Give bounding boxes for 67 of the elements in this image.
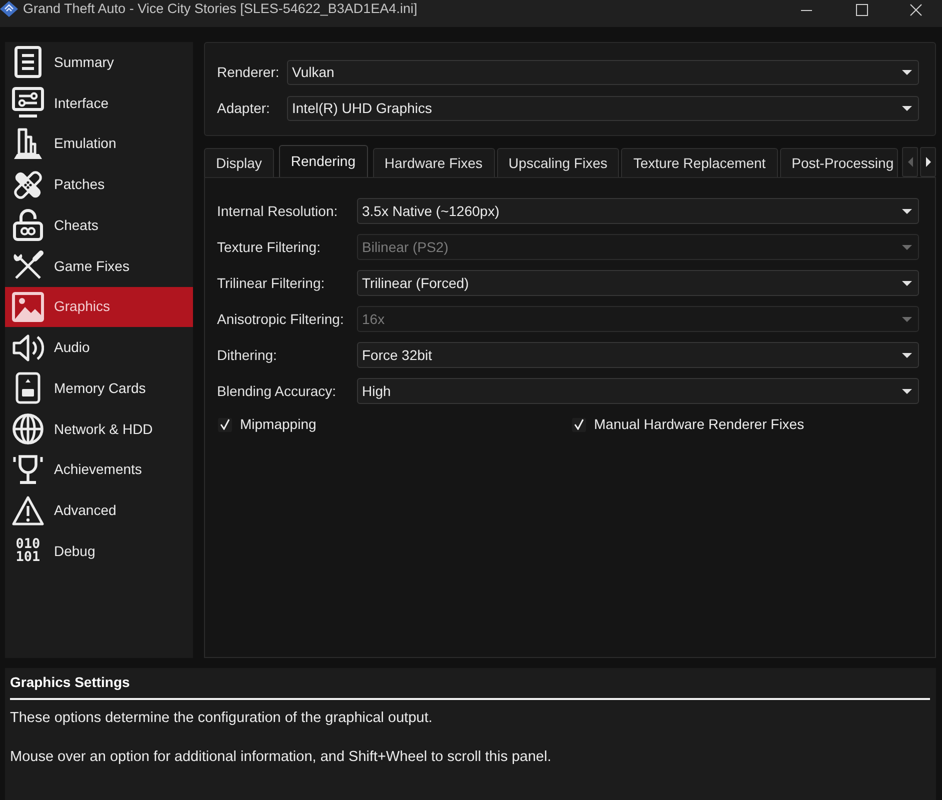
setting-label: Dithering: [217, 346, 278, 365]
info-text: Mouse over an option for additional information, and Shift+Wheel to scroll this panel. [10, 748, 552, 766]
maximize-icon [856, 4, 868, 16]
info-title: Graphics Settings [10, 673, 131, 691]
checkmark-icon [574, 419, 584, 430]
dropdown[interactable]: Vulkan [287, 60, 919, 85]
image-icon [12, 290, 44, 323]
caret-icon [902, 244, 912, 250]
checkbox[interactable] [572, 418, 586, 432]
checkmark-icon [220, 419, 230, 430]
tab[interactable]: Texture Replacement [621, 148, 778, 177]
sidebar-item[interactable]: Interface [5, 82, 193, 124]
trophy-icon [12, 454, 44, 486]
field-label: Adapter: [217, 99, 271, 118]
tab[interactable]: Rendering [278, 145, 368, 177]
sidebar-item[interactable]: Advanced [5, 490, 193, 531]
tab[interactable]: Display [204, 148, 274, 177]
monitor-icon [12, 87, 44, 120]
dropdown[interactable]: Intel(R) UHD Graphics [287, 96, 919, 121]
field-label: Renderer: [217, 63, 280, 82]
caret-icon [902, 70, 912, 75]
app-logo-icon [0, 1, 18, 17]
dropdown[interactable]: Trilinear (Forced) [357, 270, 919, 296]
sidebar-item[interactable]: 010 101 Debug [5, 531, 193, 572]
document-icon [12, 46, 44, 78]
setting-label: Texture Filtering: [217, 238, 322, 257]
caret-icon [902, 280, 912, 286]
globe-icon [12, 413, 44, 446]
setting-label: Internal Resolution: [217, 202, 339, 220]
dropdown[interactable]: Force 32bit [357, 342, 919, 368]
dropdown[interactable]: High [357, 378, 919, 404]
tab[interactable]: Upscaling Fixes [496, 148, 620, 177]
setting-label: Anisotropic Filtering: [217, 310, 345, 329]
left-arrow-icon [908, 157, 912, 167]
info-text: These options determine the configuration of the graphical output. [10, 709, 434, 727]
right-arrow-icon [926, 157, 930, 167]
sidebar-item[interactable]: Cheats [5, 205, 193, 246]
sidebar-item[interactable]: Patches [5, 164, 193, 205]
speaker-icon [12, 332, 44, 364]
caret-icon [902, 352, 912, 358]
sidebar-item[interactable]: Audio [5, 327, 193, 368]
dropdown[interactable]: 3.5x Native (~1260px) [357, 198, 919, 224]
caret-icon [902, 208, 912, 214]
tab[interactable]: Hardware Fixes [372, 148, 495, 177]
sidebar-item[interactable]: Emulation [5, 124, 193, 164]
sidebar-item[interactable]: Network & HDD [5, 408, 193, 450]
caret-icon [902, 106, 912, 111]
binary-icon: 010 101 [12, 538, 44, 564]
tab[interactable]: Post-Processing [780, 148, 898, 177]
window-title: Grand Theft Auto - Vice City Stories [SLES-54622_B3AD1EA4.ini] [23, 0, 418, 18]
sidebar-item[interactable]: Achievements [5, 450, 193, 490]
sidebar-item[interactable]: Graphics [5, 286, 193, 328]
sidebar-item[interactable]: Game Fixes [5, 246, 193, 286]
close-icon [910, 4, 922, 16]
pillars-icon [12, 128, 44, 160]
sidebar-item[interactable]: Memory Cards [5, 368, 193, 409]
setting-label: Trilinear Filtering: [217, 274, 326, 293]
checkbox-label[interactable]: Mipmapping [240, 414, 316, 435]
checkbox-label[interactable]: Manual Hardware Renderer Fixes [594, 414, 804, 435]
caret-icon [902, 316, 912, 322]
checkbox[interactable] [218, 418, 232, 432]
caret-icon [902, 388, 912, 394]
setting-label: Blending Accuracy: [217, 382, 338, 401]
tab-scroll-right-button[interactable] [920, 147, 936, 177]
sidebar-item[interactable]: Summary [5, 42, 193, 83]
warning-icon [12, 494, 44, 527]
padlock-icon [12, 209, 44, 242]
